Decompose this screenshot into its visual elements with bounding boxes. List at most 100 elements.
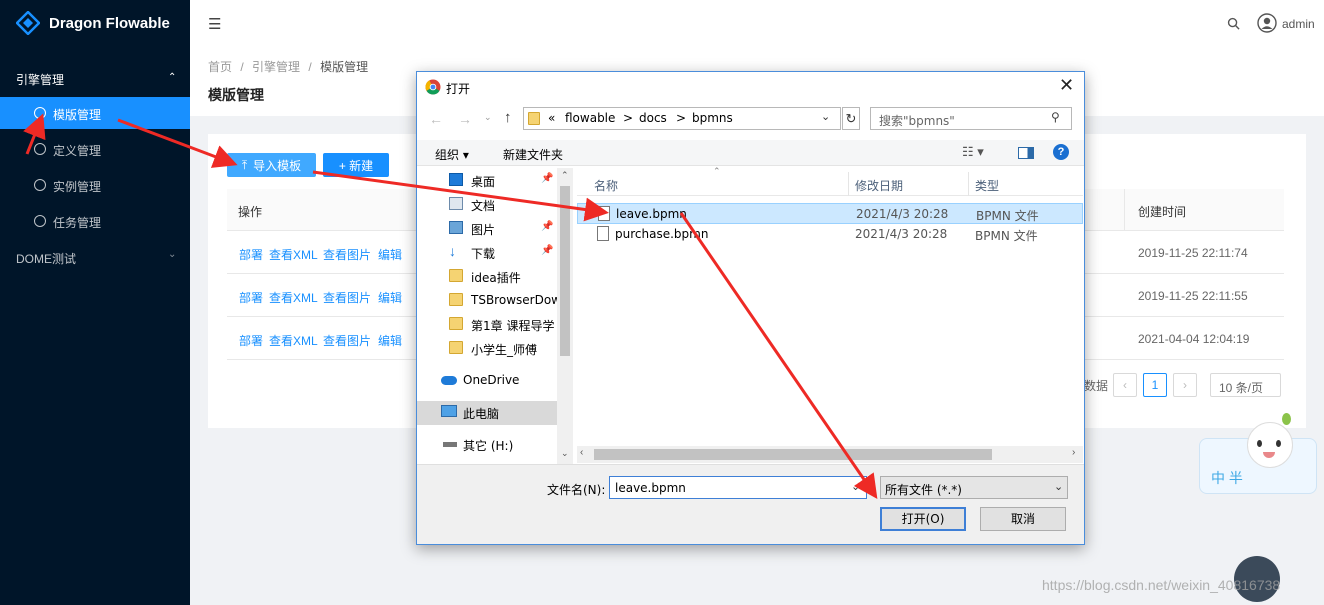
sidebar-item-label: 实例管理 <box>53 180 102 194</box>
menu-group-dome-label: DOME测试 <box>16 252 77 266</box>
view-image-link[interactable]: 查看图片 <box>323 246 371 263</box>
tree-item-onedrive[interactable]: OneDrive <box>417 369 557 393</box>
sidebar-item-instance[interactable]: 实例管理 <box>0 169 190 201</box>
cancel-button[interactable]: 取消 <box>980 507 1066 531</box>
username[interactable]: admin <box>1282 17 1315 31</box>
sticker-text: 中 半 <box>1211 470 1243 486</box>
scroll-right-icon[interactable]: › <box>1072 447 1075 458</box>
tree-item-folder[interactable]: 第1章 课程导学 <box>417 313 557 337</box>
search-input[interactable]: 搜索"bpmns" ⚲ <box>870 107 1072 130</box>
chrome-icon <box>425 79 441 95</box>
scroll-thumb[interactable] <box>594 449 992 460</box>
search-icon[interactable] <box>1227 17 1240 30</box>
col-name[interactable]: 名称 <box>594 177 618 194</box>
folder-icon <box>449 317 463 330</box>
chevron-down-icon: ⌄ <box>168 249 177 260</box>
scroll-thumb[interactable] <box>560 186 570 356</box>
path-segment-flowable[interactable]: flowable <box>565 111 615 125</box>
menu-group-engine[interactable]: 引擎管理 ⌃ <box>0 64 190 92</box>
file-row[interactable]: purchase.bpmn 2021/4/3 20:28 BPMN 文件 <box>577 224 1083 245</box>
col-date[interactable]: 修改日期 <box>855 177 903 194</box>
tree-item-pictures[interactable]: 图片 📌 <box>417 217 557 241</box>
tree-item-this-pc[interactable]: 此电脑 <box>417 401 557 425</box>
menu-group-dome[interactable]: DOME测试 ⌄ <box>0 244 190 272</box>
new-button[interactable]: + 新建 <box>323 153 389 177</box>
filename-input[interactable]: leave.bpmn ⌄ <box>609 476 867 499</box>
view-xml-link[interactable]: 查看XML <box>269 332 318 349</box>
horizontal-scrollbar[interactable]: ‹ › <box>577 446 1083 463</box>
tree-item-folder[interactable]: idea插件 <box>417 265 557 289</box>
col-header-created: 创建时间 <box>1138 205 1187 219</box>
folder-icon <box>449 293 463 306</box>
breadcrumb-home[interactable]: 首页 <box>208 60 232 74</box>
dialog-footer: 文件名(N): leave.bpmn ⌄ 所有文件 (*.*) ⌄ 打开(O) … <box>417 464 1084 544</box>
col-type[interactable]: 类型 <box>975 177 999 194</box>
avatar-icon[interactable] <box>1257 13 1277 33</box>
sidebar-item-task[interactable]: 任务管理 <box>0 205 190 237</box>
scroll-down-icon[interactable]: ⌄ <box>561 448 569 459</box>
import-label: 导入模板 <box>253 158 302 173</box>
close-icon[interactable]: ✕ <box>1059 75 1074 96</box>
pagination-total: 数据 <box>1084 379 1109 393</box>
chevron-down-icon[interactable]: ⌄ <box>821 110 830 123</box>
folder-icon <box>528 112 540 125</box>
organize-button[interactable]: 组织 ▾ <box>435 146 469 163</box>
filename-value: leave.bpmn <box>615 481 686 495</box>
new-folder-button[interactable]: 新建文件夹 <box>503 146 563 163</box>
view-options-icon[interactable]: ☷ ▾ <box>962 144 984 160</box>
col-header-action: 操作 <box>238 205 263 219</box>
command-bar: 组织 ▾ 新建文件夹 ☷ ▾ ? <box>417 140 1084 166</box>
tree-label: 图片 <box>471 223 496 237</box>
prev-page-button[interactable]: ‹ <box>1113 373 1137 397</box>
tree-item-desktop[interactable]: 桌面 📌 <box>417 169 557 193</box>
menu-fold-icon[interactable]: ☰ <box>208 15 221 33</box>
path-segment-docs[interactable]: docs <box>639 111 667 125</box>
tree-item-folder[interactable]: TSBrowserDow <box>417 289 561 313</box>
breadcrumb-current: 模版管理 <box>320 60 369 74</box>
page-1-button[interactable]: 1 <box>1143 373 1167 397</box>
open-button[interactable]: 打开(O) <box>880 507 966 531</box>
sidebar-item-template[interactable]: 模版管理 <box>0 97 190 129</box>
back-arrow-icon[interactable]: ← <box>429 111 443 127</box>
address-bar[interactable]: « flowable > docs > bpmns ⌄ <box>523 107 841 130</box>
tree-item-documents[interactable]: 文档 <box>417 193 557 217</box>
deploy-link[interactable]: 部署 <box>239 246 263 263</box>
tree-item-folder[interactable]: 小学生_师傅 <box>417 337 557 361</box>
scroll-left-icon[interactable]: ‹ <box>580 447 583 458</box>
deploy-link[interactable]: 部署 <box>239 332 263 349</box>
file-type-select[interactable]: 所有文件 (*.*) ⌄ <box>880 476 1068 499</box>
import-template-button[interactable]: ⤒ 导入模板 <box>227 153 316 177</box>
scroll-up-icon[interactable]: ⌃ <box>561 170 569 181</box>
view-image-link[interactable]: 查看图片 <box>323 289 371 306</box>
cloud-icon <box>441 376 457 385</box>
tree-label: 其它 (H:) <box>463 439 514 453</box>
view-image-link[interactable]: 查看图片 <box>323 332 371 349</box>
deploy-link[interactable]: 部署 <box>239 289 263 306</box>
help-icon[interactable]: ? <box>1053 144 1069 160</box>
view-xml-link[interactable]: 查看XML <box>269 246 318 263</box>
forward-arrow-icon[interactable]: → <box>458 111 472 127</box>
file-row-selected[interactable]: leave.bpmn 2021/4/3 20:28 BPMN 文件 <box>577 203 1083 224</box>
refresh-icon[interactable]: ↻ <box>842 107 860 130</box>
navigation-pane: 桌面 📌 文档 图片 📌 ↓ 下载 📌 idea插件 TSBrowserDow … <box>417 168 573 464</box>
pictures-icon <box>449 221 463 234</box>
chevron-down-icon[interactable]: ⌄ <box>851 480 860 493</box>
breadcrumb-engine[interactable]: 引擎管理 <box>252 60 300 74</box>
recent-dropdown-icon[interactable]: ⌄ <box>484 112 492 123</box>
path-segment-bpmns[interactable]: bpmns <box>692 111 733 125</box>
tree-scrollbar[interactable]: ⌃ ⌄ <box>557 168 573 464</box>
sidebar-item-label: 模版管理 <box>53 108 102 122</box>
edit-link[interactable]: 编辑 <box>378 246 402 263</box>
page-size-select[interactable]: 10 条/页 <box>1210 373 1281 397</box>
view-xml-link[interactable]: 查看XML <box>269 289 318 306</box>
edit-link[interactable]: 编辑 <box>378 289 402 306</box>
sidebar-item-definition[interactable]: 定义管理 <box>0 133 190 165</box>
tree-item-drive-h[interactable]: 其它 (H:) <box>417 433 557 457</box>
preview-pane-icon[interactable] <box>1018 147 1034 159</box>
column-divider <box>1124 189 1125 231</box>
drive-icon <box>443 442 457 447</box>
edit-link[interactable]: 编辑 <box>378 332 402 349</box>
next-page-button[interactable]: › <box>1173 373 1197 397</box>
tree-item-downloads[interactable]: ↓ 下载 📌 <box>417 241 557 265</box>
up-arrow-icon[interactable]: ↑ <box>504 109 512 126</box>
